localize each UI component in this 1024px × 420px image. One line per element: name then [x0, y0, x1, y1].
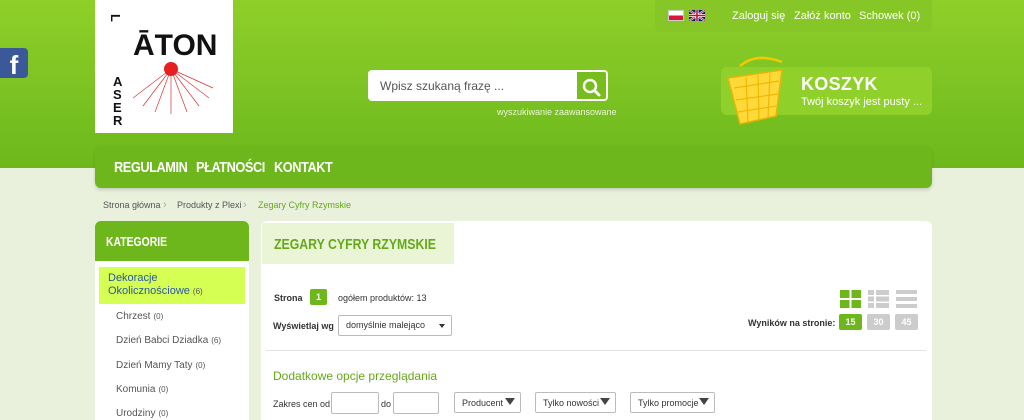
nav-kontakt[interactable]: KONTAKT: [274, 159, 333, 176]
total-products: ogółem produktów: 13: [338, 293, 427, 303]
sort-label: Wyświetlaj wg: [273, 321, 334, 331]
category-item[interactable]: Urodziny (0): [116, 408, 168, 419]
search-input[interactable]: [368, 70, 577, 101]
chevron-down-icon: [505, 398, 515, 405]
filter-label: Producent: [462, 398, 504, 408]
main-navigation: REGULAMIN PŁATNOŚCI KONTAKT: [95, 146, 932, 188]
category-label: Urodziny: [116, 408, 156, 419]
price-to-label: do: [381, 399, 392, 409]
cart-title: KOSZYK: [801, 74, 878, 94]
price-to-input[interactable]: [393, 392, 439, 414]
new-only-filter[interactable]: Tylko nowości: [535, 392, 616, 413]
price-from-input[interactable]: [331, 392, 379, 414]
search-icon: [582, 78, 601, 97]
page-number-button[interactable]: 1: [310, 289, 327, 305]
categories-header: KATEGORIE: [95, 221, 249, 261]
svg-text:L: L: [108, 14, 123, 22]
filter-label: Tylko nowości: [543, 398, 600, 408]
category-active[interactable]: Dekoracje Okolicznościowe (6): [99, 267, 245, 304]
extra-options-title: Dodatkowe opcje przeglądania: [273, 369, 438, 383]
chevron-right-icon: ›: [163, 199, 167, 211]
breadcrumb-plexi[interactable]: Produkty z Plexi: [177, 200, 242, 210]
wishlist-link[interactable]: Schowek (0): [859, 10, 920, 22]
page-title: ZEGARY CYFRY RZYMSKIE: [274, 236, 436, 253]
chevron-right-icon: ›: [243, 199, 247, 211]
polish-flag-icon[interactable]: [668, 10, 684, 21]
category-item[interactable]: Dzień Babci Dziadka (6): [116, 335, 221, 346]
page-title-box: ZEGARY CYFRY RZYMSKIE: [262, 223, 454, 264]
category-label: Dzień Babci Dziadka: [116, 335, 209, 346]
breadcrumb-home[interactable]: Strona główna: [103, 200, 161, 210]
category-count: (6): [192, 287, 203, 296]
category-count: (0): [153, 312, 164, 321]
sort-select[interactable]: domyślnie malejąco: [338, 315, 452, 336]
english-flag-icon[interactable]: [689, 10, 705, 21]
page-label: Strona: [274, 293, 303, 303]
per-page-15-button[interactable]: 15: [839, 314, 862, 330]
nav-regulamin[interactable]: REGULAMIN: [114, 159, 188, 176]
top-links-bar: Zaloguj się Załóż konto Schowek (0): [655, 0, 932, 32]
facebook-icon[interactable]: f: [0, 48, 28, 78]
category-count: (0): [158, 385, 169, 394]
login-link[interactable]: Zaloguj się: [732, 10, 785, 22]
divider: [266, 350, 926, 351]
promo-only-filter[interactable]: Tylko promocje: [630, 392, 715, 413]
basket-icon: [727, 56, 783, 125]
category-item[interactable]: Chrzest (0): [116, 311, 163, 322]
categories-title: KATEGORIE: [106, 234, 168, 249]
price-range-label: Zakres cen od: [273, 399, 331, 409]
cart-status: Twój koszyk jest pusty ...: [801, 96, 923, 108]
nav-platnosci[interactable]: PŁATNOŚCI: [196, 159, 265, 176]
filter-label: Tylko promocje: [638, 398, 699, 408]
category-item[interactable]: Dzień Mamy Taty (0): [116, 360, 205, 371]
grid-view-icon[interactable]: [840, 290, 861, 308]
chevron-down-icon: [600, 398, 610, 405]
per-page-30-button[interactable]: 30: [867, 314, 890, 330]
chevron-down-icon: [699, 398, 709, 405]
search-button[interactable]: [577, 70, 608, 101]
category-label: Chrzest: [116, 311, 151, 322]
category-list: Dekoracje Okolicznościowe (6) Chrzest (0) …: [95, 261, 249, 420]
logo-rays-icon: [132, 62, 214, 114]
logo[interactable]: ĀTON L A S E R: [95, 0, 233, 133]
category-label: Dzień Mamy Taty: [116, 360, 193, 371]
list-view-icon[interactable]: [868, 290, 889, 308]
logo-text: ĀTON: [133, 29, 217, 62]
category-label: Komunia: [116, 384, 156, 395]
category-count: (0): [158, 409, 169, 418]
producer-filter[interactable]: Producent: [454, 392, 521, 413]
category-item[interactable]: Komunia (0): [116, 384, 168, 395]
advanced-search-link[interactable]: wyszukiwanie zaawansowane: [497, 107, 617, 117]
svg-text:R: R: [113, 113, 123, 128]
breadcrumb-current: Zegary Cyfry Rzymskie: [258, 200, 352, 210]
per-page-label: Wyników na stronie:: [748, 318, 836, 328]
per-page-45-button[interactable]: 45: [895, 314, 918, 330]
category-count: (6): [211, 336, 222, 345]
category-label: Dekoracje Okolicznościowe: [108, 272, 190, 297]
search-bar: [368, 70, 608, 101]
sort-value: domyślnie malejąco: [346, 320, 426, 330]
compact-list-icon[interactable]: [896, 290, 917, 308]
register-link[interactable]: Załóż konto: [794, 10, 851, 22]
category-count: (0): [195, 361, 206, 370]
